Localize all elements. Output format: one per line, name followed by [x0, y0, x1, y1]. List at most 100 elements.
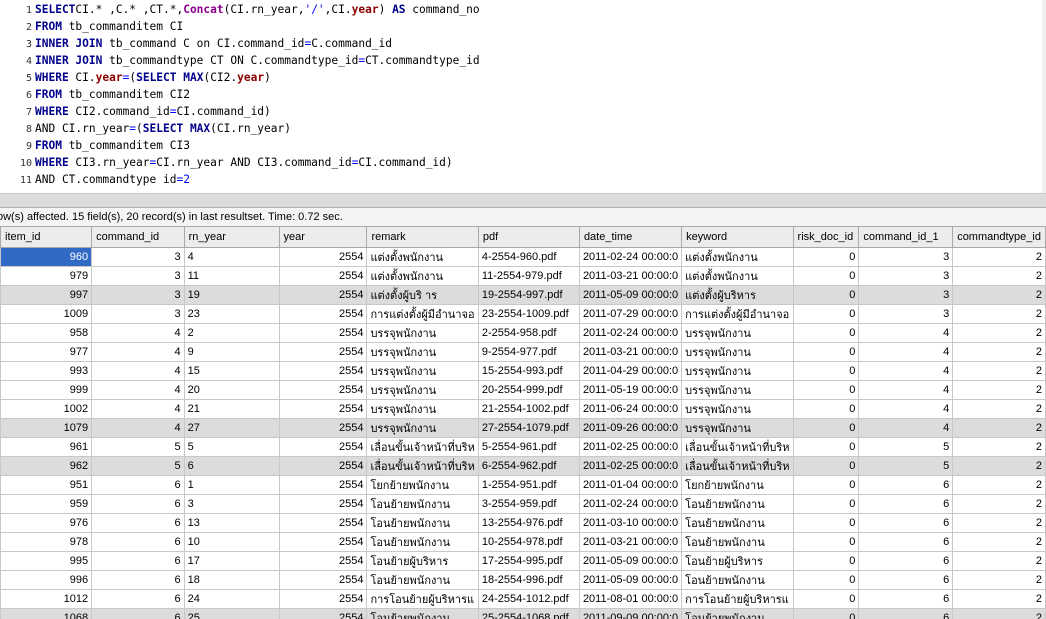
cell-command-id-1[interactable]: 3	[858, 247, 954, 267]
cell-command-id-1[interactable]: 3	[858, 304, 954, 324]
cell-year[interactable]: 2554	[278, 570, 368, 590]
cell-date-time[interactable]: 2011-02-24 00:00:0	[578, 247, 683, 267]
cell-pdf[interactable]: 3-2554-959.pdf	[477, 494, 580, 514]
cell-item-id[interactable]: 999	[0, 380, 93, 400]
cell-remark[interactable]: บรรจุพนักงาน	[366, 399, 479, 419]
column-header-rn-year[interactable]: rn_year	[183, 226, 280, 248]
cell-remark[interactable]: การโอนย้ายผู้บริหารแ	[366, 589, 479, 609]
cell-rn-year[interactable]: 6	[183, 456, 280, 476]
table-row[interactable]: 960 3 4 2554 แต่งตั้งพนักงาน 4-2554-960.pdf 20…	[0, 247, 1046, 267]
cell-command-id[interactable]: 6	[91, 494, 185, 514]
cell-keyword[interactable]: บรรจุพนักงาน	[681, 361, 794, 381]
table-row[interactable]: 1009 3 23 2554 การแต่งตั้งผู้มีอำนาจอ 23-2554…	[0, 304, 1046, 324]
table-row[interactable]: 977 4 9 2554 บรรจุพนักงาน 9-2554-977.pdf 2011-…	[0, 342, 1046, 362]
cell-rn-year[interactable]: 27	[183, 418, 280, 438]
cell-pdf[interactable]: 20-2554-999.pdf	[477, 380, 580, 400]
cell-command-id-1[interactable]: 4	[858, 323, 954, 343]
cell-command-id[interactable]: 3	[91, 285, 185, 305]
cell-date-time[interactable]: 2011-08-01 00:00:0	[578, 589, 683, 609]
cell-commandtype-id[interactable]: 2	[952, 532, 1046, 552]
cell-risk-doc-id[interactable]: 0	[792, 247, 860, 267]
cell-pdf[interactable]: 23-2554-1009.pdf	[477, 304, 580, 324]
table-row[interactable]: 979 3 11 2554 แต่งตั้งพนักงาน 11-2554-979.pdf…	[0, 266, 1046, 286]
cell-command-id-1[interactable]: 6	[858, 532, 954, 552]
table-row[interactable]: 976 6 13 2554 โอนย้ายพนักงาน 13-2554-976.pdf 2…	[0, 513, 1046, 533]
cell-item-id[interactable]: 960	[0, 247, 93, 267]
cell-command-id-1[interactable]: 5	[858, 437, 954, 457]
cell-keyword[interactable]: โอนย้ายผู้บริหาร	[681, 551, 794, 571]
editor-vertical-scrollbar[interactable]	[1042, 0, 1046, 193]
pane-splitter[interactable]	[0, 193, 1046, 208]
cell-year[interactable]: 2554	[278, 247, 368, 267]
cell-keyword[interactable]: โอนย้ายพนักงาน	[681, 494, 794, 514]
cell-commandtype-id[interactable]: 2	[952, 418, 1046, 438]
cell-remark[interactable]: การแต่งตั้งผู้มีอำนาจอ	[366, 304, 479, 324]
cell-keyword[interactable]: บรรจุพนักงาน	[681, 342, 794, 362]
cell-rn-year[interactable]: 23	[183, 304, 280, 324]
cell-commandtype-id[interactable]: 2	[952, 361, 1046, 381]
cell-command-id[interactable]: 6	[91, 589, 185, 609]
cell-commandtype-id[interactable]: 2	[952, 399, 1046, 419]
cell-keyword[interactable]: โยกย้ายพนักงาน	[681, 475, 794, 495]
cell-year[interactable]: 2554	[278, 513, 368, 533]
cell-rn-year[interactable]: 13	[183, 513, 280, 533]
cell-remark[interactable]: แต่งตั้งพนักงาน	[366, 266, 479, 286]
cell-year[interactable]: 2554	[278, 494, 368, 514]
column-header-pdf[interactable]: pdf	[477, 226, 580, 248]
cell-date-time[interactable]: 2011-05-09 00:00:0	[578, 285, 683, 305]
cell-keyword[interactable]: แต่งตั้งพนักงาน	[681, 247, 794, 267]
table-row[interactable]: 996 6 18 2554 โอนย้ายพนักงาน 18-2554-996.pdf 2…	[0, 570, 1046, 590]
cell-command-id[interactable]: 4	[91, 342, 185, 362]
cell-pdf[interactable]: 4-2554-960.pdf	[477, 247, 580, 267]
cell-year[interactable]: 2554	[278, 342, 368, 362]
cell-remark[interactable]: บรรจุพนักงาน	[366, 361, 479, 381]
cell-risk-doc-id[interactable]: 0	[792, 342, 860, 362]
cell-risk-doc-id[interactable]: 0	[792, 380, 860, 400]
cell-date-time[interactable]: 2011-07-29 00:00:0	[578, 304, 683, 324]
cell-command-id[interactable]: 4	[91, 323, 185, 343]
cell-rn-year[interactable]: 11	[183, 266, 280, 286]
cell-risk-doc-id[interactable]: 0	[792, 399, 860, 419]
cell-commandtype-id[interactable]: 2	[952, 323, 1046, 343]
cell-risk-doc-id[interactable]: 0	[792, 304, 860, 324]
table-row[interactable]: 978 6 10 2554 โอนย้ายพนักงาน 10-2554-978.pdf 2…	[0, 532, 1046, 552]
cell-command-id[interactable]: 6	[91, 608, 185, 619]
cell-keyword[interactable]: เลื่อนขั้นเจ้าหน้าที่บริห	[681, 456, 794, 476]
code-line[interactable]: 3 INNER JOIN tb_command C on CI.command_i…	[0, 35, 392, 52]
table-row[interactable]: 1012 6 24 2554 การโอนย้ายผู้บริหารแ 24-2554-1…	[0, 589, 1046, 609]
cell-rn-year[interactable]: 2	[183, 323, 280, 343]
cell-item-id[interactable]: 977	[0, 342, 93, 362]
cell-risk-doc-id[interactable]: 0	[792, 513, 860, 533]
cell-pdf[interactable]: 25-2554-1068.pdf	[477, 608, 580, 619]
cell-remark[interactable]: โอนย้ายพนักงาน	[366, 532, 479, 552]
cell-keyword[interactable]: บรรจุพนักงาน	[681, 323, 794, 343]
cell-rn-year[interactable]: 15	[183, 361, 280, 381]
cell-command-id[interactable]: 6	[91, 551, 185, 571]
code-line[interactable]: 2 FROM tb_commanditem CI	[0, 18, 183, 35]
cell-command-id-1[interactable]: 3	[858, 285, 954, 305]
cell-risk-doc-id[interactable]: 0	[792, 266, 860, 286]
cell-item-id[interactable]: 1068	[0, 608, 93, 619]
cell-date-time[interactable]: 2011-04-29 00:00:0	[578, 361, 683, 381]
cell-commandtype-id[interactable]: 2	[952, 266, 1046, 286]
cell-risk-doc-id[interactable]: 0	[792, 323, 860, 343]
cell-date-time[interactable]: 2011-03-21 00:00:0	[578, 266, 683, 286]
cell-rn-year[interactable]: 4	[183, 247, 280, 267]
cell-command-id-1[interactable]: 6	[858, 475, 954, 495]
cell-item-id[interactable]: 958	[0, 323, 93, 343]
cell-remark[interactable]: บรรจุพนักงาน	[366, 380, 479, 400]
cell-year[interactable]: 2554	[278, 266, 368, 286]
cell-commandtype-id[interactable]: 2	[952, 570, 1046, 590]
cell-risk-doc-id[interactable]: 0	[792, 551, 860, 571]
cell-command-id-1[interactable]: 6	[858, 494, 954, 514]
code-line[interactable]: 4 INNER JOIN tb_commandtype CT ON C.comma…	[0, 52, 480, 69]
cell-date-time[interactable]: 2011-05-19 00:00:0	[578, 380, 683, 400]
code-line[interactable]: 9 FROM tb_commanditem CI3	[0, 137, 190, 154]
cell-command-id-1[interactable]: 6	[858, 551, 954, 571]
cell-pdf[interactable]: 10-2554-978.pdf	[477, 532, 580, 552]
cell-command-id[interactable]: 3	[91, 247, 185, 267]
cell-pdf[interactable]: 2-2554-958.pdf	[477, 323, 580, 343]
column-header-risk-doc-id[interactable]: risk_doc_id	[792, 226, 860, 248]
table-row[interactable]: 993 4 15 2554 บรรจุพนักงาน 15-2554-993.pdf 201…	[0, 361, 1046, 381]
cell-year[interactable]: 2554	[278, 456, 368, 476]
